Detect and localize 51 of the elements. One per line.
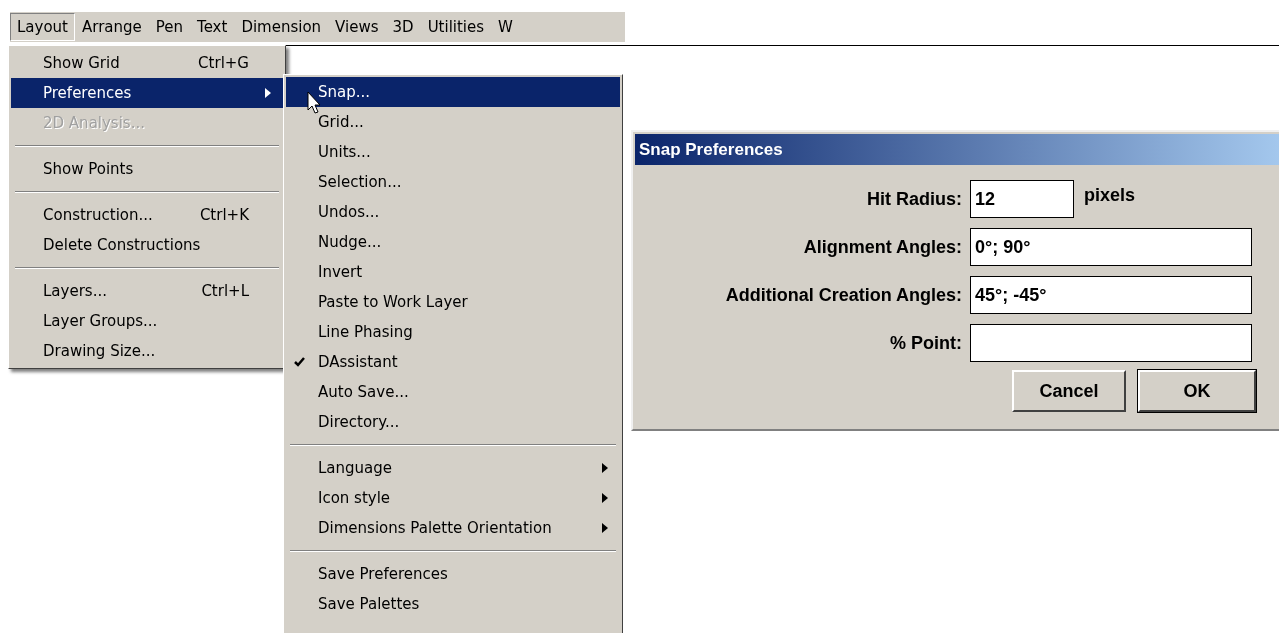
menu-item[interactable]: Delete Constructions	[11, 230, 283, 260]
menu-item[interactable]: Save Preferences	[286, 559, 620, 589]
menu-item[interactable]: Icon style	[286, 483, 620, 513]
menu-item[interactable]: Show Points	[11, 154, 283, 184]
menu-item[interactable]: Save Palettes	[286, 589, 620, 619]
menu-item[interactable]: Language	[286, 453, 620, 483]
field-label: Hit Radius:	[866, 187, 963, 211]
dialog-button[interactable]: Cancel	[1012, 370, 1126, 412]
menu-item[interactable]: Layer Groups...	[11, 306, 283, 336]
menu-item[interactable]: Undos...	[286, 197, 620, 227]
menu-item[interactable]: Directory...	[286, 407, 620, 437]
menu-title[interactable]: Layout	[10, 13, 75, 41]
menu-title[interactable]: Arrange	[75, 13, 149, 41]
unit-label: pixels	[1084, 183, 1136, 207]
submenu-arrow-icon	[602, 493, 608, 503]
menu-item[interactable]: Preferences	[11, 78, 283, 108]
dialog-button[interactable]: OK	[1138, 370, 1256, 412]
menu-item[interactable]: Construction... Ctrl+K	[11, 200, 283, 230]
field-label: Alignment Angles:	[802, 235, 963, 259]
menu-item[interactable]: Line Phasing	[286, 317, 620, 347]
menu-item[interactable]: Nudge...	[286, 227, 620, 257]
menu-title[interactable]: Text	[190, 13, 235, 41]
menu-title[interactable]: Pen	[148, 13, 191, 41]
dialog-title: Snap Preferences	[635, 134, 1279, 165]
menu-title[interactable]: Dimension	[234, 13, 329, 41]
menu-item[interactable]: Dimensions Palette Orientation	[286, 513, 620, 543]
menu-item[interactable]: Invert	[286, 257, 620, 287]
menu-item[interactable]: Paste to Work Layer	[286, 287, 620, 317]
menu-item[interactable]: Show Grid Ctrl+G	[11, 48, 283, 78]
menu-item[interactable]: Drawing Size...	[11, 336, 283, 366]
menu-item[interactable]: Layers... Ctrl+L	[11, 276, 283, 306]
menu-title[interactable]: W	[491, 13, 520, 41]
field-label: Additional Creation Angles:	[724, 283, 963, 307]
menu-item[interactable]: Auto Save...	[286, 377, 620, 407]
submenu-arrow-icon	[265, 88, 271, 98]
submenu-arrow-icon	[602, 523, 608, 533]
submenu-arrow-icon	[602, 463, 608, 473]
text-field[interactable]: 12	[970, 180, 1074, 218]
menu-item[interactable]: Grid...	[286, 107, 620, 137]
menu-title[interactable]: Views	[328, 13, 386, 41]
menu-item[interactable]: DAssistant	[286, 347, 620, 377]
menu-item[interactable]: Snap...	[286, 77, 620, 107]
menu-title[interactable]: 3D	[385, 13, 421, 41]
menu-item[interactable]: Units...	[286, 137, 620, 167]
checkmark-icon	[294, 357, 305, 367]
field-label: % Point:	[889, 331, 963, 355]
text-field[interactable]	[970, 324, 1252, 362]
menu-title[interactable]: Utilities	[420, 13, 492, 41]
menu-item[interactable]: Selection...	[286, 167, 620, 197]
text-field[interactable]: 0°; 90°	[970, 228, 1252, 266]
text-field[interactable]: 45°; -45°	[970, 276, 1252, 314]
